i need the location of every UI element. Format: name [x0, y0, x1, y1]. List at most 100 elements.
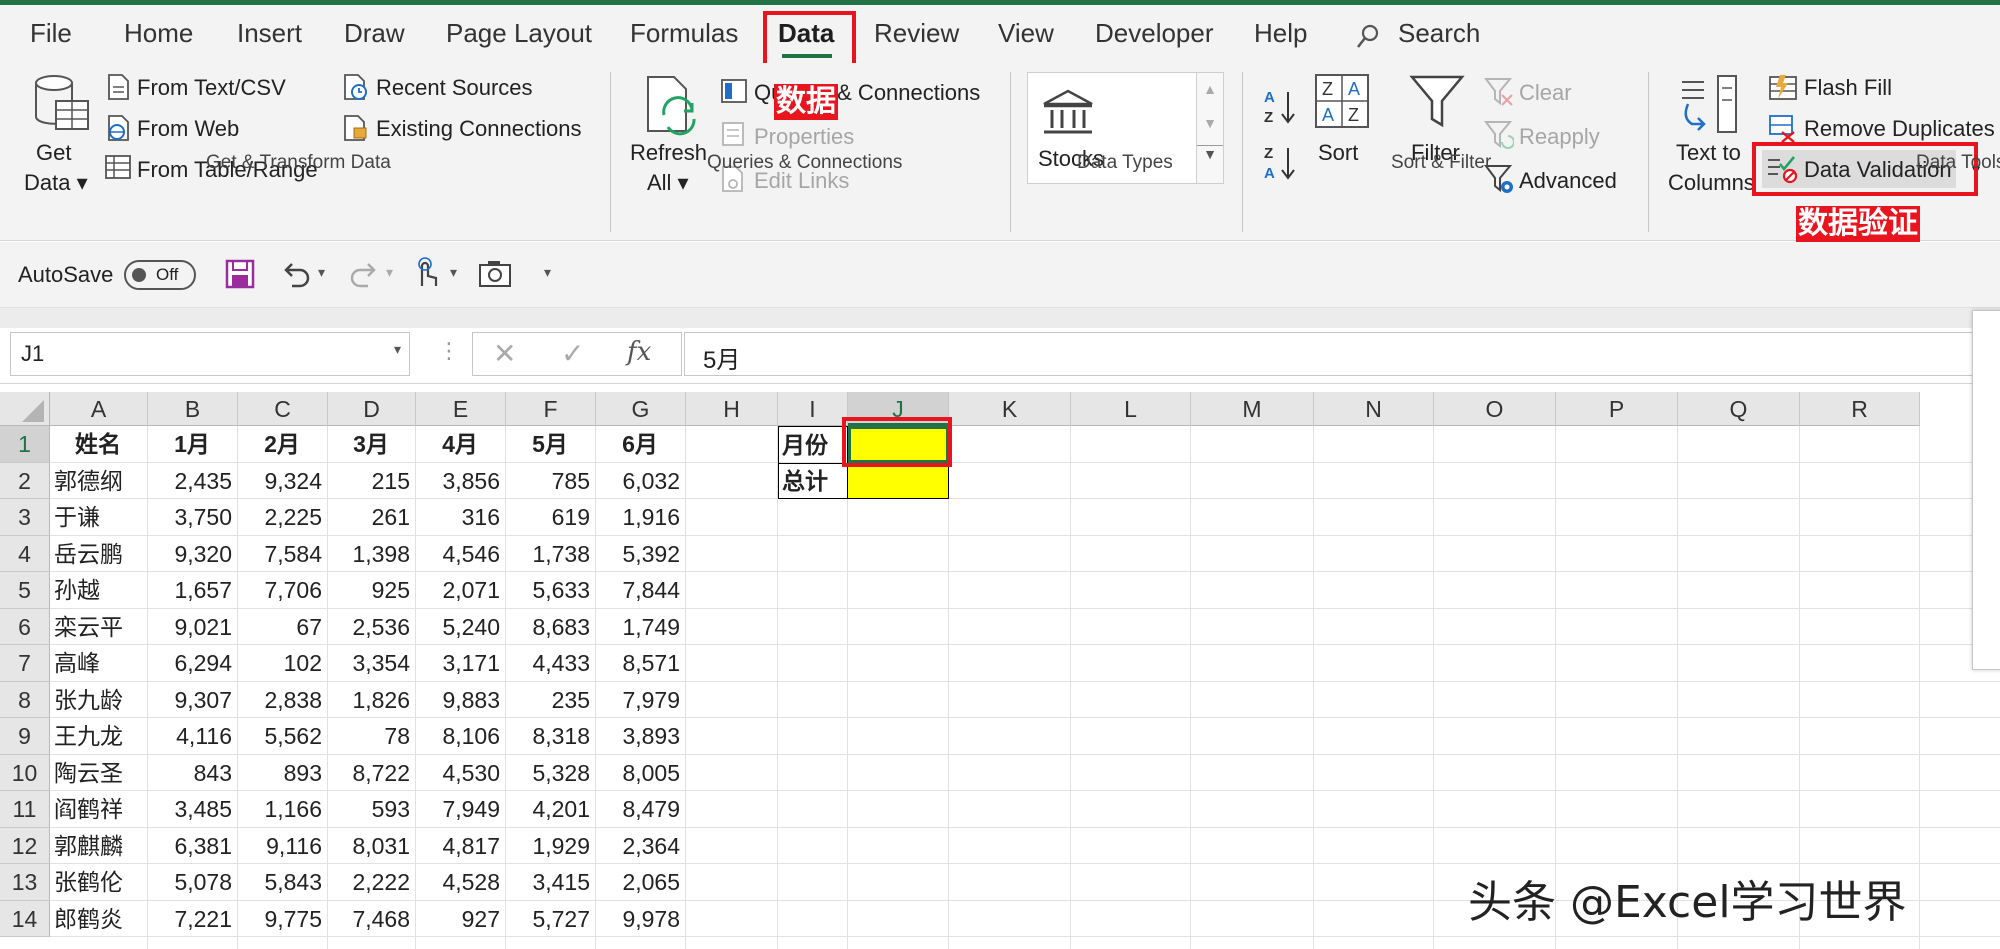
table-cell[interactable]: 8,031	[332, 828, 410, 865]
camera-icon[interactable]	[478, 258, 512, 288]
table-cell[interactable]: 1,749	[600, 609, 680, 646]
table-cell[interactable]: 栾云平	[54, 609, 142, 646]
table-cell[interactable]: 925	[332, 572, 410, 609]
touch-dropdown-icon[interactable]: ▾	[450, 264, 457, 281]
gallery-scrollbar[interactable]: ▲ ▼ ▼	[1196, 72, 1224, 184]
table-cell[interactable]: 2,071	[420, 572, 500, 609]
table-cell[interactable]: 9,307	[152, 682, 232, 719]
table-cell[interactable]: 5,727	[510, 901, 590, 938]
table-cell[interactable]: 3,893	[600, 718, 680, 755]
table-cell[interactable]: 9,320	[152, 536, 232, 573]
table-cell[interactable]: 7,468	[332, 901, 410, 938]
table-header-cell[interactable]: 1月	[152, 426, 232, 463]
text-to-columns-button[interactable]: Text to	[1676, 140, 1741, 166]
table-cell[interactable]: 7,706	[242, 572, 322, 609]
autosave-toggle[interactable]: Off	[124, 260, 196, 290]
table-cell[interactable]: 6,381	[152, 828, 232, 865]
table-cell[interactable]: 3,485	[152, 791, 232, 828]
table-cell[interactable]: 9,116	[242, 828, 322, 865]
column-header-c[interactable]: C	[238, 392, 328, 426]
table-cell[interactable]: 1,398	[332, 536, 410, 573]
table-cell[interactable]: 9,021	[152, 609, 232, 646]
recent-sources-button[interactable]: Recent Sources	[376, 75, 533, 101]
redo-dropdown-icon[interactable]: ▾	[386, 264, 393, 281]
column-header-p[interactable]: P	[1556, 392, 1678, 426]
table-cell[interactable]: 235	[510, 682, 590, 719]
table-cell[interactable]: 2,435	[152, 463, 232, 500]
table-cell[interactable]: 于谦	[54, 499, 142, 536]
row-header-7[interactable]: 7	[0, 645, 50, 682]
table-cell[interactable]: 2,065	[600, 864, 680, 901]
row-header-4[interactable]: 4	[0, 535, 50, 572]
tab-page-layout[interactable]: Page Layout	[446, 18, 592, 49]
table-cell[interactable]: 4,528	[420, 864, 500, 901]
table-cell[interactable]: 261	[332, 499, 410, 536]
table-cell[interactable]: 7,221	[152, 901, 232, 938]
table-cell[interactable]: 9,978	[600, 901, 680, 938]
undo-icon[interactable]	[280, 258, 312, 290]
gallery-more-icon[interactable]: ▼	[1197, 145, 1223, 162]
formula-input[interactable]: 5月	[684, 332, 1974, 376]
table-cell[interactable]: 9,775	[242, 901, 322, 938]
undo-dropdown-icon[interactable]: ▾	[318, 264, 325, 281]
row-header-3[interactable]: 3	[0, 499, 50, 536]
existing-connections-button[interactable]: Existing Connections	[376, 116, 581, 142]
column-header-b[interactable]: B	[148, 392, 238, 426]
table-cell[interactable]: 8,318	[510, 718, 590, 755]
flash-fill-button[interactable]: Flash Fill	[1804, 75, 1892, 101]
refresh-all-dropdown[interactable]: All ▾	[647, 170, 689, 196]
chevron-down-icon[interactable]: ▼	[1197, 115, 1223, 131]
tab-file[interactable]: File	[30, 18, 72, 49]
tab-formulas[interactable]: Formulas	[630, 18, 738, 49]
column-header-k[interactable]: K	[949, 392, 1071, 426]
table-cell[interactable]: 1,826	[332, 682, 410, 719]
save-icon[interactable]	[224, 258, 256, 290]
table-cell[interactable]: 1,657	[152, 572, 232, 609]
table-cell[interactable]: 4,201	[510, 791, 590, 828]
tab-help[interactable]: Help	[1254, 18, 1307, 49]
table-cell[interactable]: 孙越	[54, 572, 142, 609]
clear-button[interactable]: Clear	[1519, 80, 1572, 106]
table-cell[interactable]: 郭麒麟	[54, 828, 142, 865]
select-all-corner[interactable]	[0, 392, 50, 426]
table-cell[interactable]: 4,817	[420, 828, 500, 865]
table-cell[interactable]: 5,392	[600, 536, 680, 573]
table-cell[interactable]: 1,929	[510, 828, 590, 865]
row-header-1[interactable]: 1	[0, 426, 50, 463]
table-cell[interactable]: 215	[332, 463, 410, 500]
table-cell[interactable]: 593	[332, 791, 410, 828]
sort-button[interactable]: Sort	[1318, 140, 1358, 166]
row-header-14[interactable]: 14	[0, 900, 50, 937]
table-cell[interactable]: 1,738	[510, 536, 590, 573]
table-cell[interactable]: 785	[510, 463, 590, 500]
table-cell[interactable]: 6,294	[152, 645, 232, 682]
column-header-q[interactable]: Q	[1678, 392, 1800, 426]
table-cell[interactable]: 4,530	[420, 755, 500, 792]
table-cell[interactable]: 5,633	[510, 572, 590, 609]
table-cell[interactable]: 8,683	[510, 609, 590, 646]
sort-descending-icon[interactable]: Z A	[1262, 142, 1298, 186]
table-cell[interactable]: 78	[332, 718, 410, 755]
table-cell[interactable]: 893	[242, 755, 322, 792]
table-cell[interactable]: 843	[152, 755, 232, 792]
table-cell[interactable]: 316	[420, 499, 500, 536]
total-label-cell[interactable]: 总计	[782, 463, 828, 500]
table-cell[interactable]: 2,838	[242, 682, 322, 719]
row-header-13[interactable]: 13	[0, 864, 50, 901]
table-cell[interactable]: 4,433	[510, 645, 590, 682]
table-cell[interactable]: 9,324	[242, 463, 322, 500]
column-header-f[interactable]: F	[506, 392, 596, 426]
column-header-r[interactable]: R	[1800, 392, 1920, 426]
table-cell[interactable]: 张九龄	[54, 682, 142, 719]
table-cell[interactable]: 7,979	[600, 682, 680, 719]
column-header-o[interactable]: O	[1434, 392, 1556, 426]
table-cell[interactable]: 67	[242, 609, 322, 646]
table-cell[interactable]: 7,584	[242, 536, 322, 573]
customize-qat-icon[interactable]: ▾	[544, 264, 551, 281]
remove-duplicates-button[interactable]: Remove Duplicates	[1804, 116, 1995, 142]
table-cell[interactable]: 阎鹤祥	[54, 791, 142, 828]
table-cell[interactable]: 8,106	[420, 718, 500, 755]
table-cell[interactable]: 1,166	[242, 791, 322, 828]
search-icon[interactable]	[1356, 23, 1380, 51]
table-cell[interactable]: 岳云鹏	[54, 536, 142, 573]
